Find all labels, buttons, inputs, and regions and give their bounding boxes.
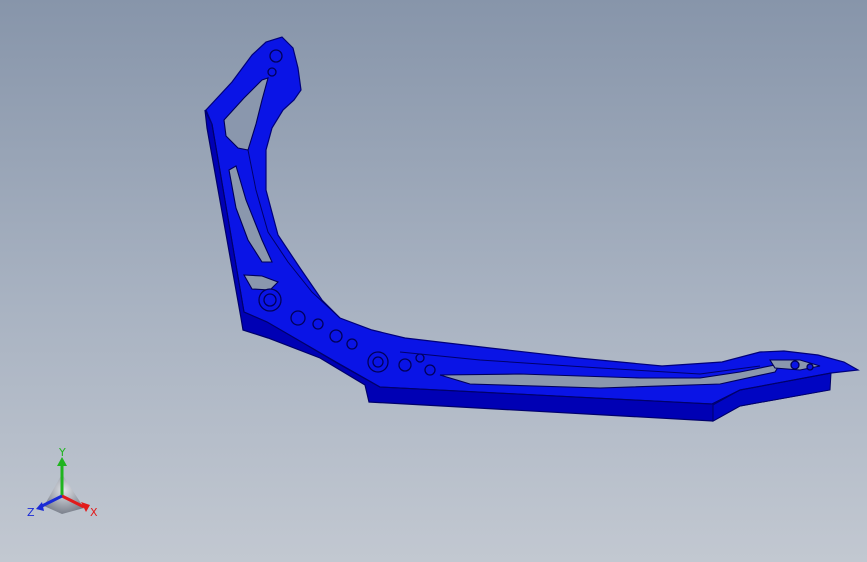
triad-base-shading [44, 474, 84, 514]
z-axis-label: Z [27, 506, 35, 519]
bolt-hole [790, 360, 800, 370]
tip-hole [269, 49, 283, 63]
y-axis-label: Y [58, 446, 66, 459]
bolt-hole [312, 318, 324, 330]
bolt-hole [424, 364, 436, 376]
x-axis-label: X [90, 506, 98, 519]
part-model[interactable] [0, 0, 867, 562]
bolt-hole [806, 363, 814, 371]
bolt-hole [415, 353, 425, 363]
bolt-hole [290, 310, 306, 326]
bolt-hole [346, 338, 358, 350]
tip-hole [267, 67, 277, 77]
bolt-hole-inner [372, 356, 384, 368]
view-orientation-triad[interactable]: Y X Z [24, 444, 108, 528]
graphics-viewport[interactable]: Y X Z [0, 0, 867, 562]
z-axis-arrow-icon [36, 502, 44, 511]
bolt-hole [329, 329, 343, 343]
bolt-hole-inner [263, 293, 277, 307]
bolt-hole [398, 358, 412, 372]
